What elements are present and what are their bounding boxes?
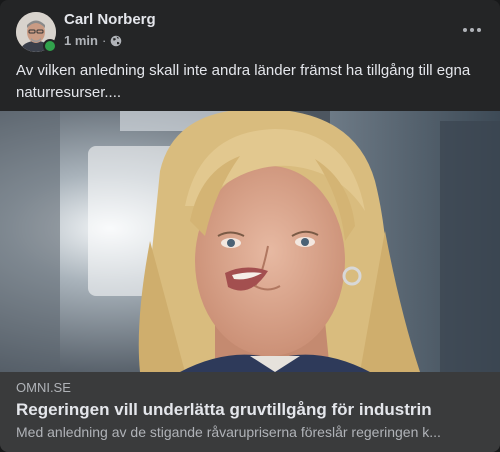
link-preview-image[interactable] [0,111,500,372]
globe-icon[interactable] [110,35,122,47]
online-status-indicator [43,39,57,53]
link-title[interactable]: Regeringen vill underlätta gruvtillgång … [16,400,432,420]
news-photo [0,111,500,372]
post-header: Carl Norberg 1 min · [0,0,500,56]
post-timestamp[interactable]: 1 min [64,33,98,48]
link-description: Med anledning av de stigande råvaruprise… [16,424,441,440]
author-avatar[interactable] [16,12,57,53]
more-icon [463,28,481,32]
author-name[interactable]: Carl Norberg [64,11,156,28]
link-domain: OMNI.SE [16,380,71,395]
meta-separator: · [101,33,107,48]
link-preview-info[interactable]: OMNI.SE Regeringen vill underlätta gruvt… [0,372,500,452]
post-text: Av vilken anledning skall inte andra län… [16,62,471,101]
post-card: Carl Norberg 1 min · Av vilken anledning… [0,0,500,452]
post-meta: 1 min · [64,33,122,48]
more-options-button[interactable] [456,14,488,46]
